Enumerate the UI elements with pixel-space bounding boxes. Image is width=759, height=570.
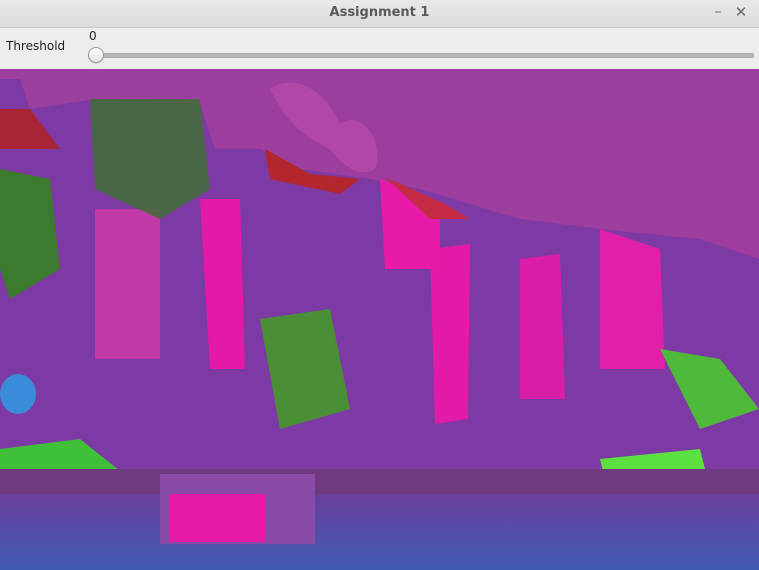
boathouse-front	[170, 494, 265, 542]
river-water	[0, 494, 759, 570]
threshold-value: 0	[89, 29, 97, 43]
title-bar: Assignment 1 – ✕	[0, 0, 759, 28]
threshold-label: Threshold	[6, 39, 66, 53]
facade-6	[95, 209, 160, 359]
facade-2	[430, 244, 470, 424]
threshold-toolbar: Threshold 0	[0, 28, 759, 68]
threshold-slider-handle[interactable]	[88, 47, 104, 63]
threshold-slider-track[interactable]	[88, 53, 754, 58]
window-title: Assignment 1	[329, 5, 430, 20]
close-button[interactable]: ✕	[733, 4, 749, 20]
app-window: Assignment 1 – ✕ Threshold 0	[0, 0, 759, 570]
processed-image	[0, 69, 759, 570]
minimize-button[interactable]: –	[710, 4, 726, 20]
facade-3	[520, 254, 565, 399]
blue-highlight	[0, 374, 36, 414]
facade-4	[600, 229, 665, 369]
processed-image-svg	[0, 69, 759, 570]
